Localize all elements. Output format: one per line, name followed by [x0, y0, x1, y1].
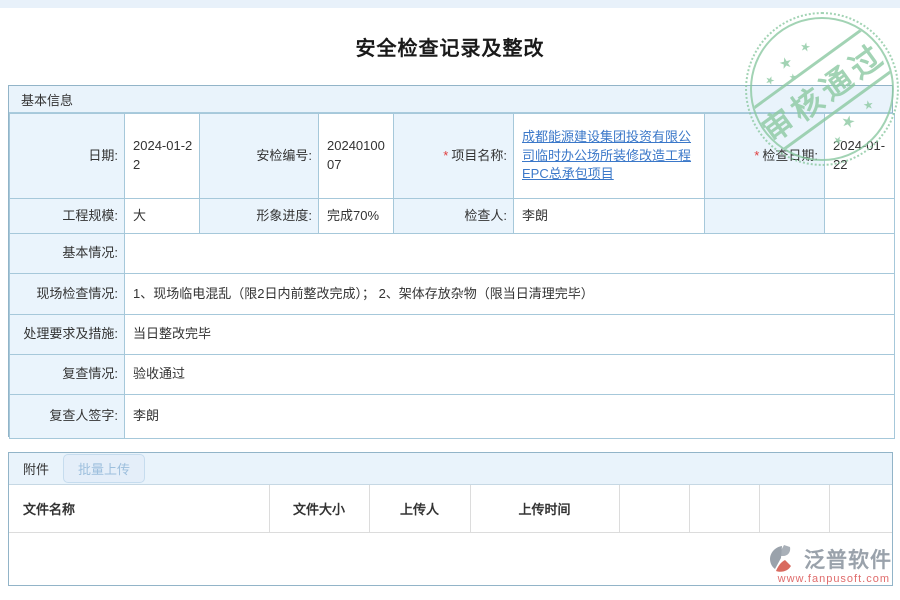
- required-marker: *: [443, 148, 448, 163]
- progress-value: 完成70%: [319, 199, 394, 234]
- recheck-value: 验收通过: [125, 355, 895, 395]
- table-row: 复查人签字: 李朗: [10, 395, 895, 439]
- vendor-brand-name: 泛普软件: [804, 544, 892, 574]
- attachments-panel: 附件 批量上传 文件名称 文件大小 上传人 上传时间: [8, 452, 893, 586]
- col-upload-time: 上传时间: [470, 485, 619, 532]
- col-empty: [689, 485, 759, 532]
- recheck-label-cell: 复查情况:: [10, 355, 125, 395]
- measures-label-cell: 处理要求及措施:: [10, 315, 125, 355]
- batch-upload-button[interactable]: 批量上传: [63, 454, 145, 483]
- check-date-label-cell: *检查日期:: [705, 114, 825, 199]
- attachments-section-title: 附件: [23, 459, 49, 478]
- table-row: 基本情况:: [10, 234, 895, 274]
- vendor-logo-icon: [768, 544, 800, 574]
- basic-info-panel: 基本信息 日期: 2024-01-22 安检编号: 2024010007 *项目…: [8, 85, 893, 437]
- empty-value-cell: [825, 199, 895, 234]
- inspection-no-value: 2024010007: [319, 114, 394, 199]
- col-empty: [759, 485, 829, 532]
- recheck-sign-value: 李朗: [125, 395, 895, 439]
- col-file-size: 文件大小: [269, 485, 369, 532]
- page-title: 安全检查记录及整改: [0, 32, 900, 61]
- project-name-cell: 成都能源建设集团投资有限公司临时办公场所装修改造工程EPC总承包项目: [514, 114, 705, 199]
- progress-label-cell: 形象进度:: [200, 199, 319, 234]
- attachments-header-row: 文件名称 文件大小 上传人 上传时间: [9, 485, 892, 532]
- attachments-table: 文件名称 文件大小 上传人 上传时间: [9, 485, 892, 533]
- recheck-sign-label-cell: 复查人签字:: [10, 395, 125, 439]
- basic-situation-value: [125, 234, 895, 274]
- col-empty: [619, 485, 689, 532]
- table-row: 处理要求及措施: 当日整改完毕: [10, 315, 895, 355]
- col-file-name: 文件名称: [9, 485, 269, 532]
- basic-situation-label-cell: 基本情况:: [10, 234, 125, 274]
- attachments-section-header: 附件 批量上传: [9, 453, 892, 485]
- col-empty: [829, 485, 892, 532]
- date-value: 2024-01-22: [125, 114, 200, 199]
- site-check-value: 1、现场临电混乱（限2日内前整改完成）； 2、架体存放杂物（限当日清理完毕）: [125, 274, 895, 315]
- date-label-cell: 日期:: [10, 114, 125, 199]
- inspection-no-label-cell: 安检编号:: [200, 114, 319, 199]
- top-strip: [0, 0, 900, 8]
- vendor-website: www.fanpusoft.com: [778, 573, 892, 585]
- inspector-label-cell: 检查人:: [394, 199, 514, 234]
- site-check-label-cell: 现场检查情况:: [10, 274, 125, 315]
- table-row: 复查情况: 验收通过: [10, 355, 895, 395]
- vendor-logo: 泛普软件 www.fanpusoft.com: [768, 544, 892, 585]
- check-date-value: 2024-01-22: [825, 114, 895, 199]
- project-scale-value: 大: [125, 199, 200, 234]
- project-scale-label-cell: 工程规模:: [10, 199, 125, 234]
- table-row: 现场检查情况: 1、现场临电混乱（限2日内前整改完成）； 2、架体存放杂物（限当…: [10, 274, 895, 315]
- table-row: 日期: 2024-01-22 安检编号: 2024010007 *项目名称: 成…: [10, 114, 895, 199]
- col-uploader: 上传人: [369, 485, 470, 532]
- inspector-value: 李朗: [514, 199, 705, 234]
- basic-info-section-title: 基本信息: [21, 90, 73, 109]
- project-name-link[interactable]: 成都能源建设集团投资有限公司临时办公场所装修改造工程EPC总承包项目: [522, 129, 691, 182]
- required-marker: *: [754, 148, 759, 163]
- basic-info-table: 日期: 2024-01-22 安检编号: 2024010007 *项目名称: 成…: [9, 113, 895, 439]
- measures-value: 当日整改完毕: [125, 315, 895, 355]
- table-row: 工程规模: 大 形象进度: 完成70% 检查人: 李朗: [10, 199, 895, 234]
- basic-info-section-header: 基本信息: [9, 86, 892, 113]
- empty-label-cell: [705, 199, 825, 234]
- star-icon: ★: [789, 72, 798, 84]
- project-name-label-cell: *项目名称:: [394, 114, 514, 199]
